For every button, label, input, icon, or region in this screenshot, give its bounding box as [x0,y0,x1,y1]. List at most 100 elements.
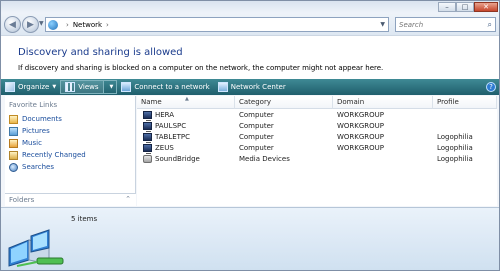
row-domain: WORKGROUP [337,122,385,130]
views-dropdown-button[interactable]: ▼ [103,80,118,94]
minimize-button[interactable]: – [438,2,456,12]
recent-icon [9,150,18,160]
row-profile: Logophilia [437,155,473,163]
row-domain: WORKGROUP [337,133,385,141]
table-row[interactable]: ZEUS Computer WORKGROUP Logophilia [137,143,497,154]
search-box[interactable]: ⌕ [395,17,496,32]
nav-item-label: Music [22,139,42,147]
file-list: ▲ Name Category Domain Profile HERA Comp… [137,96,497,206]
window-controls: – □ ✕ [438,2,498,12]
organize-label: Organize [18,83,50,91]
breadcrumb-separator-end[interactable]: › [106,21,109,29]
nav-item-label: Recently Changed [22,151,86,159]
row-category: Media Devices [239,155,290,163]
info-band: Discovery and sharing is allowed If disc… [1,35,499,79]
row-name: HERA [155,111,175,119]
details-pane: 5 items [1,207,499,270]
column-header-label: Domain [337,98,365,106]
row-name: ZEUS [155,144,174,152]
command-bar: Organize ▼ Views ▼ Connect to a network … [1,79,499,95]
chevron-down-icon: ▼ [52,84,57,90]
column-header-domain[interactable]: Domain [333,96,433,109]
network-center-icon [217,82,228,92]
connect-label: Connect to a network [134,83,210,91]
nav-item-label: Searches [22,163,55,171]
sharing-status-title: Discovery and sharing is allowed [18,47,183,58]
nav-item-label: Documents [22,115,62,123]
network-illustration-icon [8,229,64,267]
media-device-icon [143,155,152,163]
row-profile: Logophilia [437,144,473,152]
navigation-pane: Favorite Links Documents Pictures Music … [5,96,136,205]
chevron-up-icon: ⌃ [125,195,131,203]
folders-toggle[interactable]: Folders ⌃ [5,193,136,206]
computer-icon [143,122,152,132]
address-row: ◀ ▶ ▼ › Network › ▼ ⌕ [1,13,499,35]
row-name: TABLETPC [155,133,191,141]
nav-item-recently-changed[interactable]: Recently Changed [9,149,86,161]
close-button[interactable]: ✕ [474,2,498,12]
column-header-label: Name [141,98,162,106]
nav-item-documents[interactable]: Documents [9,113,86,125]
row-name: PAULSPC [155,122,187,130]
favorite-links-list: Documents Pictures Music Recently Change… [9,113,86,173]
column-header-label: Category [239,98,271,106]
column-header-profile[interactable]: Profile [433,96,497,109]
row-category: Computer [239,122,274,130]
searches-icon [9,162,18,172]
title-bar: – □ ✕ [1,1,499,13]
views-button[interactable]: Views [60,80,104,94]
column-header-category[interactable]: Category [235,96,333,109]
views-icon [65,82,76,92]
nav-item-searches[interactable]: Searches [9,161,86,173]
computer-icon [143,144,152,154]
address-bar[interactable]: › Network › ▼ [45,17,389,32]
item-count: 5 items [71,215,98,223]
network-location-icon [48,19,58,30]
row-category: Computer [239,111,274,119]
address-dropdown-icon[interactable]: ▼ [380,21,385,28]
connect-network-icon [121,82,132,92]
explorer-window: – □ ✕ ◀ ▶ ▼ › Network › ▼ ⌕ Discovery an… [0,0,500,271]
sort-ascending-icon: ▲ [185,96,189,102]
table-row[interactable]: SoundBridge Media Devices Logophilia [137,154,497,165]
favorite-links-heading: Favorite Links [9,101,58,109]
pictures-icon [9,126,18,136]
help-button[interactable]: ? [486,82,496,92]
computer-icon [143,111,152,121]
organize-icon [5,82,15,92]
column-header-name[interactable]: ▲ Name [137,96,235,109]
nav-item-music[interactable]: Music [9,137,86,149]
documents-icon [9,114,18,124]
nav-item-pictures[interactable]: Pictures [9,125,86,137]
music-icon [9,138,18,148]
connect-to-network-button[interactable]: Connect to a network [117,80,213,94]
table-row[interactable]: TABLETPC Computer WORKGROUP Logophilia [137,132,497,143]
forward-button[interactable]: ▶ [22,16,39,33]
row-category: Computer [239,144,274,152]
recent-pages-dropdown[interactable]: ▼ [39,20,44,27]
network-center-button[interactable]: Network Center [214,80,290,94]
maximize-button[interactable]: □ [456,2,474,12]
chevron-down-icon: ▼ [109,84,114,90]
forward-arrow-icon: ▶ [27,19,34,30]
search-icon[interactable]: ⌕ [488,20,492,30]
breadcrumb-separator[interactable]: › [66,21,69,29]
sharing-status-description: If discovery and sharing is blocked on a… [18,64,384,72]
column-header-label: Profile [437,98,459,106]
search-input[interactable] [399,20,481,29]
row-name: SoundBridge [155,155,200,163]
back-button[interactable]: ◀ [4,16,21,33]
table-row[interactable]: HERA Computer WORKGROUP [137,110,497,121]
computer-icon [143,133,152,143]
table-row[interactable]: PAULSPC Computer WORKGROUP [137,121,497,132]
breadcrumb-network[interactable]: Network [73,21,102,29]
row-domain: WORKGROUP [337,144,385,152]
views-label: Views [78,83,99,91]
folders-label: Folders [9,196,35,204]
organize-button[interactable]: Organize ▼ [1,80,60,94]
network-center-label: Network Center [230,83,286,91]
row-category: Computer [239,133,274,141]
nav-item-label: Pictures [22,127,50,135]
back-arrow-icon: ◀ [9,19,16,30]
